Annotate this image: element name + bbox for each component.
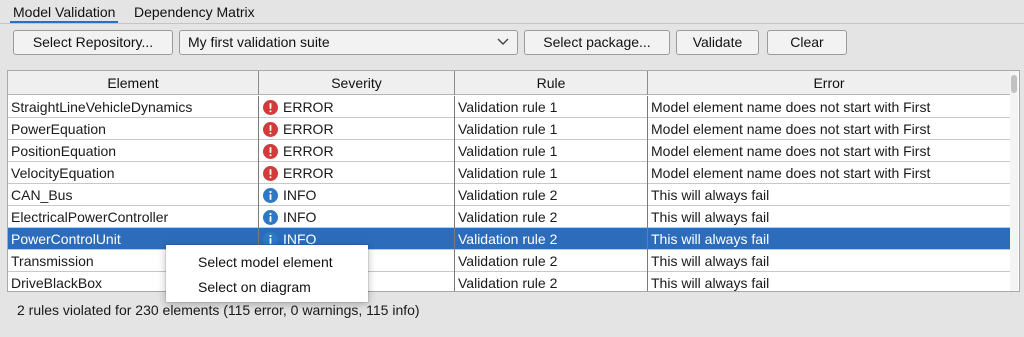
cell-rule: Validation rule 2 [455, 206, 648, 228]
table-row[interactable]: VelocityEquation ERROR Validation rule 1 Mo… [8, 162, 1011, 184]
cell-severity: ERROR [259, 118, 455, 140]
error-icon [263, 122, 278, 137]
cell-error: Model element name does not start with F… [648, 162, 1011, 184]
table-row[interactable]: PowerControlUnit INFO Validation rule 2 Thi… [8, 228, 1011, 250]
validation-suite-value: My first validation suite [188, 34, 330, 50]
table-row[interactable]: TransmissionINFOValidation rule 2This wi… [8, 250, 1011, 272]
cell-severity: ERROR [259, 140, 455, 162]
cell-severity: INFO [259, 206, 455, 228]
scrollbar-thumb[interactable] [1011, 75, 1017, 93]
column-header-element[interactable]: Element [8, 71, 259, 95]
cell-rule: Validation rule 1 [455, 96, 648, 118]
cell-element: PositionEquation [8, 140, 259, 162]
cell-error: Model element name does not start with F… [648, 118, 1011, 140]
validation-suite-dropdown[interactable]: My first validation suite [179, 30, 518, 55]
menu-item-select-model-element[interactable]: Select model element [166, 250, 368, 274]
column-header-severity[interactable]: Severity [259, 71, 455, 95]
tab-bar: Model Validation Dependency Matrix [0, 0, 1024, 24]
cell-error: This will always fail [648, 272, 1011, 291]
select-package-button[interactable]: Select package... [524, 30, 670, 55]
chevron-down-icon [497, 38, 509, 45]
table-header: Element Severity Rule Error [8, 71, 1011, 95]
tab-dependency-matrix[interactable]: Dependency Matrix [131, 3, 258, 23]
cell-rule: Validation rule 2 [455, 250, 648, 272]
cell-error: Model element name does not start with F… [648, 140, 1011, 162]
vertical-scrollbar[interactable] [1010, 71, 1018, 291]
cell-severity: ERROR [259, 96, 455, 118]
cell-error: Model element name does not start with F… [648, 96, 1011, 118]
cell-error: This will always fail [648, 206, 1011, 228]
cell-error: This will always fail [648, 228, 1011, 250]
severity-label: ERROR [283, 99, 334, 115]
severity-label: ERROR [283, 165, 334, 181]
error-icon [263, 166, 278, 181]
info-icon [263, 210, 278, 225]
column-header-rule[interactable]: Rule [455, 71, 648, 95]
cell-element: VelocityEquation [8, 162, 259, 184]
tab-model-validation[interactable]: Model Validation [10, 3, 119, 23]
cell-rule: Validation rule 2 [455, 228, 648, 250]
column-header-error[interactable]: Error [648, 71, 1011, 95]
select-repository-button[interactable]: Select Repository... [13, 30, 173, 55]
cell-rule: Validation rule 1 [455, 162, 648, 184]
table-row[interactable]: PowerEquation ERROR Validation rule 1 Model… [8, 118, 1011, 140]
table-row[interactable]: ElectricalPowerController INFO Validation … [8, 206, 1011, 228]
error-icon [263, 100, 278, 115]
error-icon [263, 144, 278, 159]
context-menu: Select model element Select on diagram [166, 245, 368, 302]
cell-error: This will always fail [648, 184, 1011, 206]
info-icon [263, 188, 278, 203]
table-row[interactable]: StraightLineVehicleDynamics ERROR Validati… [8, 96, 1011, 118]
severity-label: ERROR [283, 143, 334, 159]
toolbar: Select Repository... My first validation… [0, 24, 1024, 68]
table-row[interactable]: PositionEquation ERROR Validation rule 1 Mo… [8, 140, 1011, 162]
status-summary: 2 rules violated for 230 elements (115 e… [17, 302, 420, 318]
table-row[interactable]: DriveBlackBoxINFOValidation rule 2This w… [8, 272, 1011, 291]
menu-item-select-on-diagram[interactable]: Select on diagram [166, 275, 368, 299]
validate-button[interactable]: Validate [676, 30, 759, 55]
cell-error: This will always fail [648, 250, 1011, 272]
severity-label: INFO [283, 209, 317, 225]
cell-rule: Validation rule 1 [455, 140, 648, 162]
cell-element: ElectricalPowerController [8, 206, 259, 228]
cell-rule: Validation rule 1 [455, 118, 648, 140]
cell-element: CAN_Bus [8, 184, 259, 206]
cell-rule: Validation rule 2 [455, 184, 648, 206]
cell-severity: ERROR [259, 162, 455, 184]
cell-rule: Validation rule 2 [455, 272, 648, 291]
table-body: StraightLineVehicleDynamics ERROR Validati… [8, 96, 1011, 291]
table-row[interactable]: CAN_Bus INFO Validation rule 2 This will al… [8, 184, 1011, 206]
cell-element: StraightLineVehicleDynamics [8, 96, 259, 118]
cell-element: PowerEquation [8, 118, 259, 140]
results-table: Element Severity Rule Error StraightLine… [7, 70, 1020, 292]
clear-button[interactable]: Clear [767, 30, 847, 55]
severity-label: INFO [283, 187, 317, 203]
cell-severity: INFO [259, 184, 455, 206]
severity-label: ERROR [283, 121, 334, 137]
